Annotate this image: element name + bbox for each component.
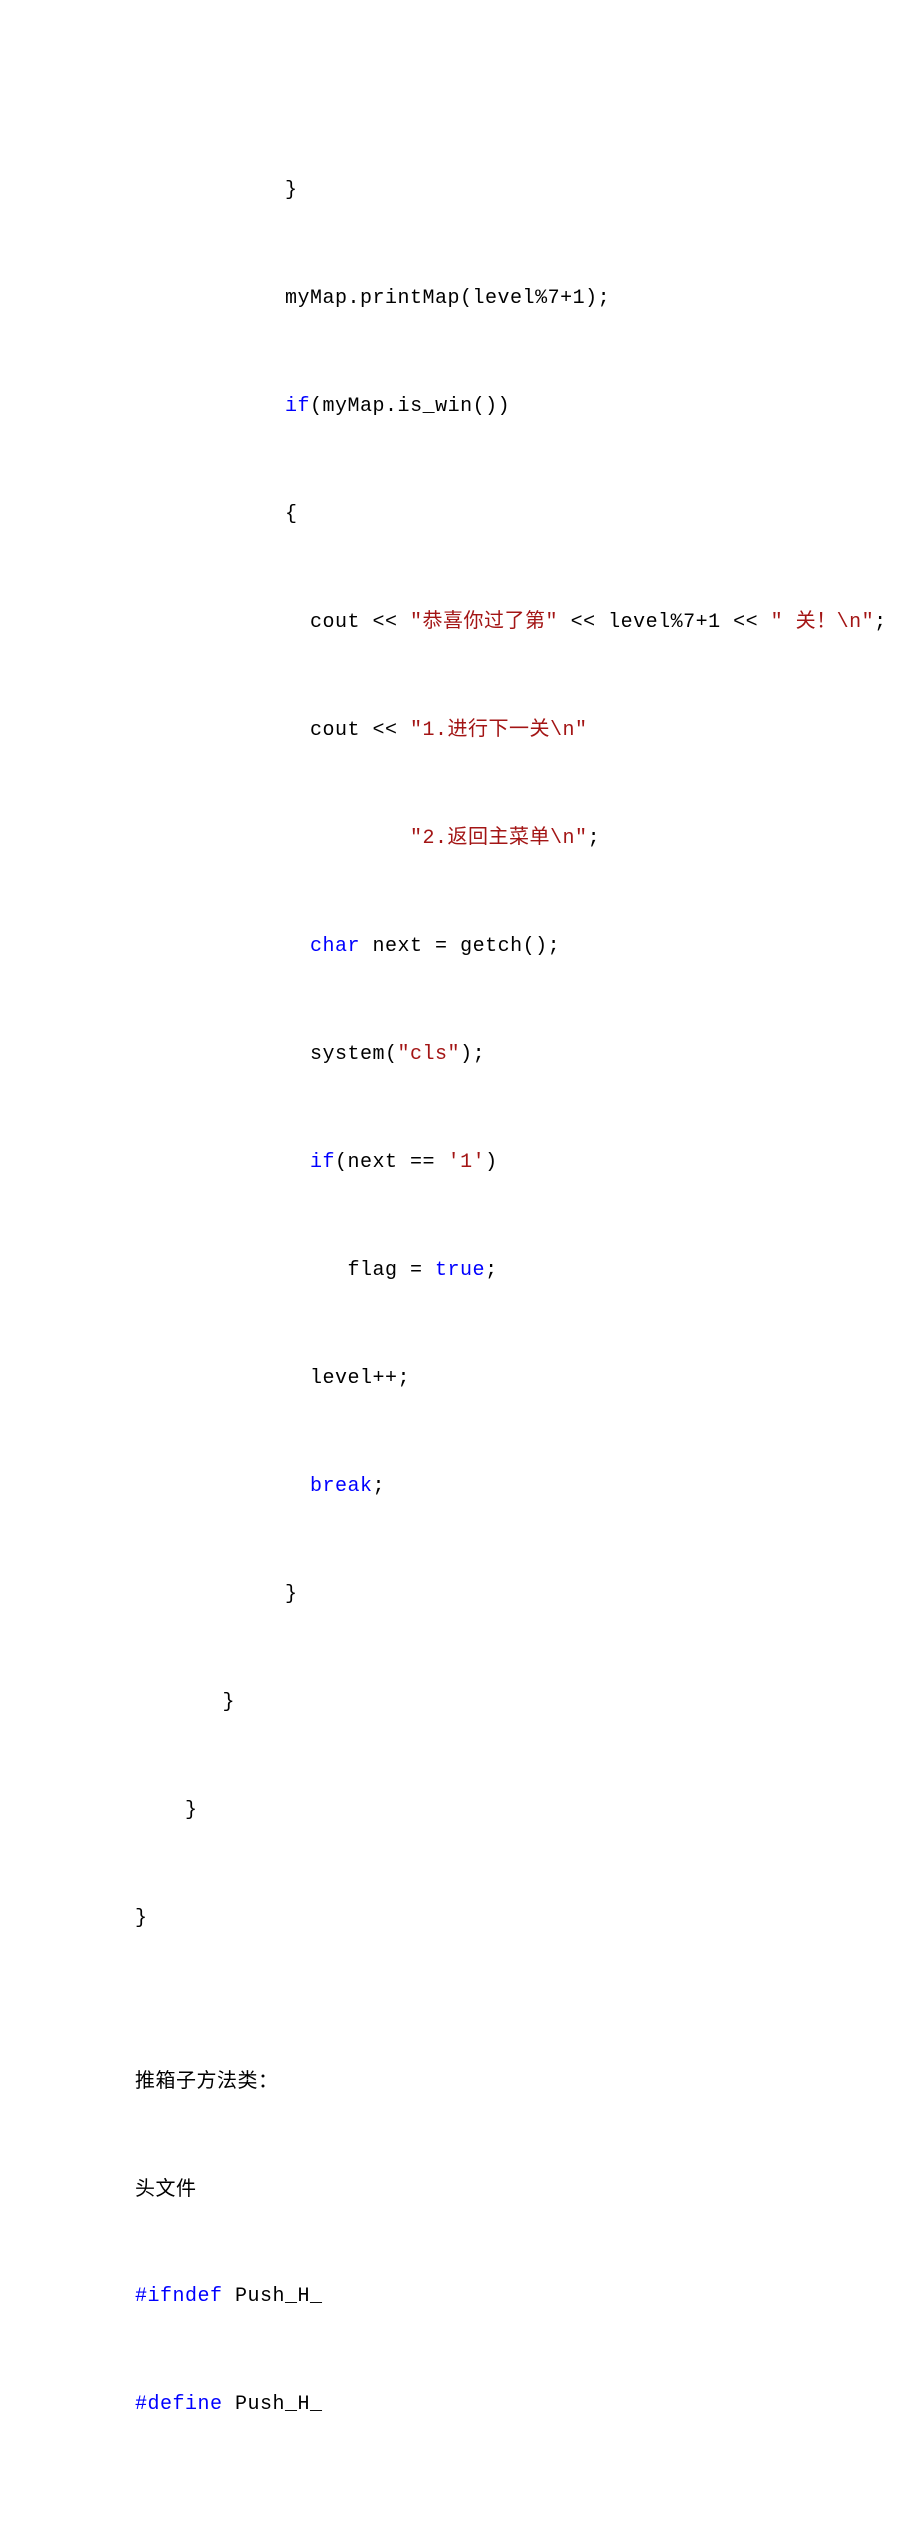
code-line: #ifndef Push_H_ [135,2270,790,2324]
code-text: ; [874,611,887,634]
code-line: char next = getch(); [135,920,790,974]
code-line: { [135,488,790,542]
code-text: } [135,1583,298,1606]
prose-text: 推箱子方法类： [135,2070,279,2092]
string-literal: " 关！\n" [771,611,875,634]
code-line: system("cls"); [135,1028,790,1082]
code-line: } [135,1784,790,1838]
code-text [135,1151,310,1174]
code-line: "2.返回主菜单\n"; [135,812,790,866]
code-line: #define Push_H_ [135,2378,790,2432]
code-text: ); [460,1043,485,1066]
code-text [135,395,285,418]
code-text: next = getch(); [360,935,560,958]
string-literal: "1.进行下一关\n" [410,719,588,742]
keyword-break: break [310,1475,373,1498]
code-text: } [135,1691,235,1714]
code-line: if(myMap.is_win()) [135,380,790,434]
code-text: ) [485,1151,498,1174]
code-text: level++; [135,1367,410,1390]
code-line: } [135,164,790,218]
code-block: } myMap.printMap(level%7+1); if(myMap.is… [135,110,790,2486]
code-text [135,1475,310,1498]
preprocessor-define: #define [135,2393,223,2416]
code-line: myMap.printMap(level%7+1); [135,272,790,326]
code-line: flag = true; [135,1244,790,1298]
code-line: cout << "恭喜你过了第" << level%7+1 << " 关！\n"… [135,596,790,650]
keyword-true: true [435,1259,485,1282]
code-line: break; [135,1460,790,1514]
code-text: } [135,1907,148,1930]
code-text: cout << [135,719,410,742]
code-text: ; [373,1475,386,1498]
code-text: { [135,503,298,526]
code-text: << level%7+1 << [558,611,771,634]
code-text: (myMap.is_win()) [310,395,510,418]
code-text [135,935,310,958]
prose-line: 头文件 [135,2162,790,2216]
keyword-if: if [285,395,310,418]
code-text: system( [135,1043,398,1066]
code-text: (next == [335,1151,448,1174]
code-text: myMap.printMap(level%7+1); [135,287,610,310]
code-line: cout << "1.进行下一关\n" [135,704,790,758]
keyword-char: char [310,935,360,958]
code-text: Push_H_ [223,2285,323,2308]
char-literal: '1' [448,1151,486,1174]
code-text: } [135,1799,198,1822]
string-literal: "cls" [398,1043,461,1066]
code-text: ; [485,1259,498,1282]
prose-line: 推箱子方法类： [135,2054,790,2108]
prose-text: 头文件 [135,2178,197,2200]
code-line: } [135,1892,790,1946]
code-text: cout << [135,611,410,634]
code-text: ; [588,827,601,850]
keyword-if: if [310,1151,335,1174]
string-literal: "恭喜你过了第" [410,611,558,634]
preprocessor-ifndef: #ifndef [135,2285,223,2308]
code-line: if(next == '1') [135,1136,790,1190]
code-text: Push_H_ [223,2393,323,2416]
string-literal: "2.返回主菜单\n" [135,827,588,850]
code-line: level++; [135,1352,790,1406]
code-line: } [135,1568,790,1622]
code-text: flag = [135,1259,435,1282]
code-line: } [135,1676,790,1730]
code-text: } [135,179,298,202]
